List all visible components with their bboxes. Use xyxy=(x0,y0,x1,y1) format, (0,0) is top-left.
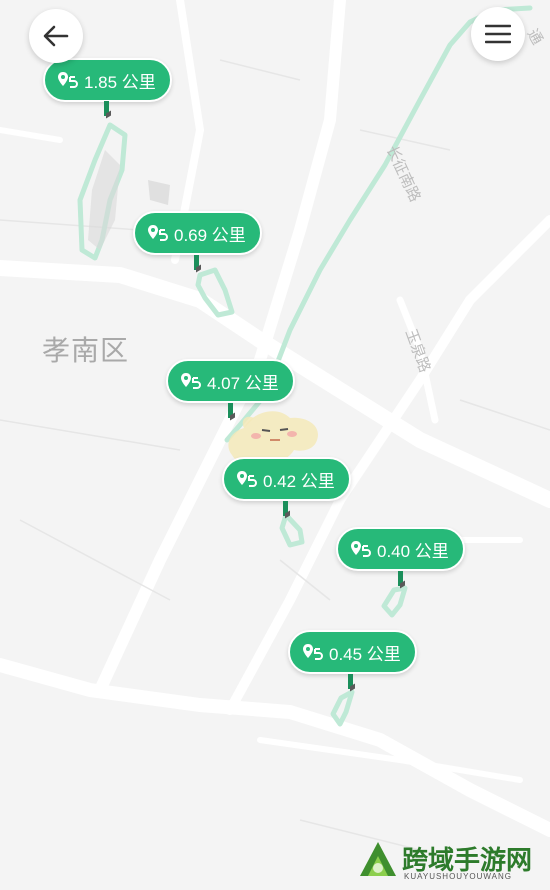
menu-button[interactable] xyxy=(471,7,525,61)
watermark-subtext: KUAYUSHOUYOUWANG xyxy=(404,872,513,881)
route-pin-icon xyxy=(147,224,169,242)
route-pin-icon xyxy=(57,71,79,89)
marker-pointer xyxy=(398,571,403,586)
route-marker[interactable]: 0.42 公里 xyxy=(222,457,351,501)
road-north-south xyxy=(94,0,346,696)
route-distance: 0.42 公里 xyxy=(263,471,335,491)
route-pin-icon xyxy=(350,540,372,558)
route-pin-icon xyxy=(236,470,258,488)
route-distance: 0.69 公里 xyxy=(174,225,246,245)
route-distance: 0.40 公里 xyxy=(377,541,449,561)
watermark: 跨域手游网 KUAYUSHOUYOUWANG xyxy=(358,838,533,881)
marker-pointer xyxy=(348,674,353,689)
route-marker[interactable]: 0.45 公里 xyxy=(288,630,417,674)
route-marker[interactable]: 0.69 公里 xyxy=(133,211,262,255)
route-marker[interactable]: 4.07 公里 xyxy=(166,359,295,403)
route-distance: 0.45 公里 xyxy=(329,644,401,664)
back-button[interactable] xyxy=(29,9,83,63)
watermark-logo-icon xyxy=(360,842,396,876)
hamburger-menu-icon xyxy=(485,24,511,44)
district-label: 孝南区 xyxy=(42,334,130,367)
route-pin-icon xyxy=(180,372,202,390)
road-south xyxy=(0,658,550,837)
marker-pointer xyxy=(194,255,199,270)
road-small-4 xyxy=(0,127,63,143)
route-marker[interactable]: 1.85 公里 xyxy=(43,58,172,102)
route-pin-icon xyxy=(302,643,324,661)
route-marker[interactable]: 0.40 公里 xyxy=(336,527,465,571)
route-distance: 4.07 公里 xyxy=(207,373,279,393)
marker-pointer xyxy=(104,101,109,116)
map-view[interactable]: 孝南区 长征南路 玉泉路 通 1.85 公里 0.69 公里 4.07 公里 0… xyxy=(0,0,550,890)
marker-pointer xyxy=(283,501,288,516)
watermark-text: 跨域手游网 xyxy=(402,845,533,876)
arrow-left-icon xyxy=(43,25,69,47)
route-distance: 1.85 公里 xyxy=(84,72,156,92)
